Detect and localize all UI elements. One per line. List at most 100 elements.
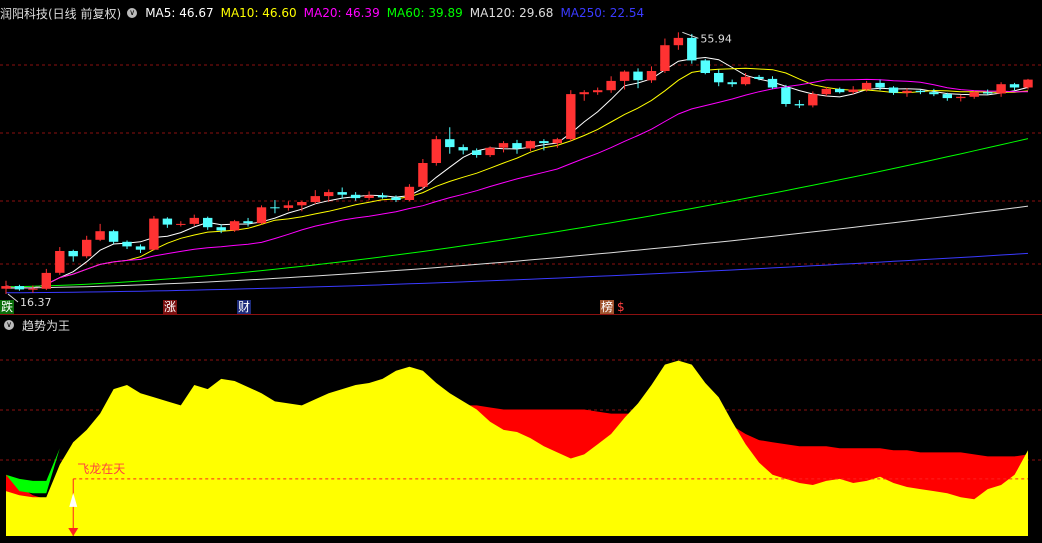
candlestick [727,79,737,87]
candle-body [270,207,280,209]
candle-body [324,192,334,197]
event-tag[interactable]: $ [616,300,626,314]
ma-legend-item: MA60: 39.89 [386,6,463,20]
candlestick [835,87,845,94]
candle-body [579,92,589,95]
indicator-title: 趋势为王 [22,318,71,333]
indicator-area: 飞龙在天 [6,360,1028,536]
candle-body [297,202,307,206]
panel-divider [0,314,1042,315]
candle-body [1009,84,1020,88]
candlestick [525,140,536,152]
candle-body [1,286,11,289]
candlestick [377,192,388,199]
candlestick [176,221,186,227]
candle-body [767,78,778,88]
candle-body [687,37,697,61]
candle-body [108,231,119,242]
candle-body [861,82,872,90]
candlestick [243,217,253,227]
candle-body [552,139,562,144]
candle-body [512,143,522,149]
candlesticks [1,32,1033,295]
candle-body [203,217,213,228]
candle-body [41,272,51,289]
candle-body [337,192,347,195]
indicator-panel-header: ∨ 趋势为王 [0,315,78,335]
ma-legend-item: MA20: 46.39 [303,6,380,20]
candlestick [189,214,199,226]
candlestick [673,32,684,50]
high-pointer [682,31,699,39]
candlestick [700,59,710,75]
event-tag[interactable]: 财 [237,300,252,314]
event-tag[interactable]: 跌 [0,300,15,314]
candlestick [996,82,1006,97]
candle-body [875,82,885,88]
candle-body [377,195,388,198]
candle-body [14,286,25,290]
candlestick [283,201,294,211]
candlestick [458,144,468,155]
candlestick [95,223,105,242]
candlestick [566,90,576,142]
chart-stage: 飞龙在天 55.94 16.37 润阳科技(日线 前复权) ∨ MA5: 46.6… [0,0,1042,543]
candle-body [485,147,495,156]
candle-body [68,251,78,257]
candlestick [364,191,374,201]
candle-body [835,88,845,93]
candlestick [82,235,92,259]
low-price-label: 16.37 [20,296,52,309]
candle-body [28,288,38,290]
candle-body [149,218,159,250]
candle-body [283,205,294,208]
signal-label: 飞龙在天 [77,462,125,476]
ma250-line [6,252,1029,294]
candle-body [498,143,509,148]
candle-body [606,80,616,91]
candle-body [539,141,549,144]
event-tag[interactable]: 榜 [600,300,615,314]
candlestick [55,247,65,275]
candlestick [445,127,455,154]
candle-body [566,94,576,140]
candle-body [216,227,226,231]
candlestick [888,86,899,95]
candlestick [687,33,697,64]
candle-body [794,104,805,106]
candlestick [310,190,320,205]
candle-body [472,150,482,155]
candlestick [337,187,347,199]
candle-body [229,221,240,231]
candlestick [929,88,939,97]
candle-body [633,71,643,81]
candle-body [983,92,993,94]
candlestick [633,68,643,89]
candlestick [270,200,280,214]
candlestick [256,205,267,225]
high-price-label: 55.94 [700,32,732,45]
candlestick [203,216,213,230]
stock-title: 润阳科技(日线 前复权) [0,6,122,21]
settings-chevron-icon[interactable]: ∨ [127,8,138,18]
candle-body [256,207,267,224]
candle-body [189,217,199,224]
candle-body [956,96,966,99]
candle-body [122,241,132,247]
candle-body [888,87,899,93]
candle-body [431,139,441,163]
indicator-chevron-icon[interactable]: ∨ [4,320,14,330]
candlestick [485,146,495,158]
candlestick [41,268,51,291]
candlestick [350,192,361,201]
ma60-line [5,138,1029,288]
candle-body [364,195,374,198]
candlestick [740,72,751,86]
candle-body [808,94,818,106]
candle-body [915,90,926,93]
candlestick [229,219,240,232]
moving-average-lines [5,56,1029,294]
event-tag[interactable]: 涨 [163,300,178,314]
candle-body [781,87,791,104]
candle-body [55,251,65,273]
